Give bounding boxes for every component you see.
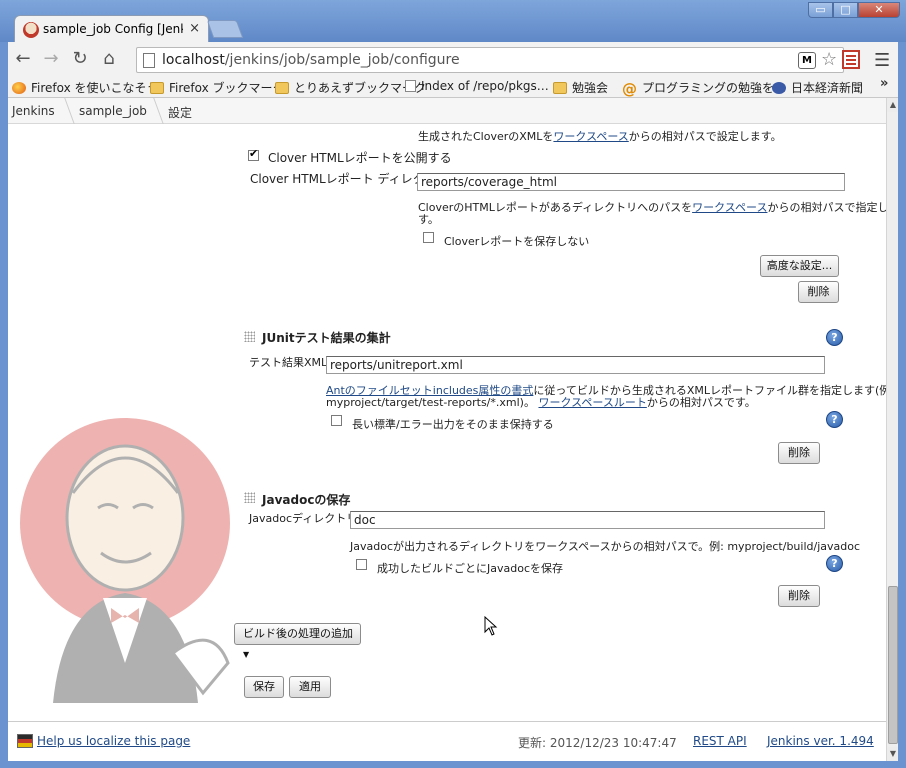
drag-handle-icon[interactable] [244,331,255,342]
clover-dir-description: CloverのHTMLレポートがあるディレクトリへのパスをワークスペースからの相… [418,201,898,214]
workspace-root-link[interactable]: ワークスペースルート [538,396,646,409]
bookmark-item[interactable]: Firefox を使いこなそう [12,79,159,96]
at-icon: @ [622,80,637,98]
nikkei-icon [772,82,786,94]
back-arrow-icon[interactable]: ← [12,49,34,69]
junit-retain-output-checkbox[interactable] [331,415,342,426]
folder-icon [275,82,289,94]
clover-dir-input[interactable]: reports/coverage_html [417,173,845,191]
clover-no-archive-label: Cloverレポートを保存しない [444,235,590,248]
javadoc-delete-button[interactable]: 削除 [778,585,820,607]
junit-delete-button[interactable]: 削除 [778,442,820,464]
folder-icon [553,82,567,94]
last-updated: 更新: 2012/12/23 10:47:47 [518,736,677,750]
clover-no-archive-checkbox[interactable] [423,232,434,243]
bookmark-item[interactable]: とりあえずブックマーク [275,79,426,96]
clover-dir-description-cont: す。 [418,213,439,226]
jenkins-butler-illustration [20,418,230,703]
help-icon[interactable]: ? [826,329,843,346]
rest-api-link[interactable]: REST API [693,734,747,748]
minimize-button[interactable]: ▭ [808,2,833,18]
javadoc-keep-all-checkbox[interactable] [356,559,367,570]
help-icon[interactable]: ? [826,555,843,572]
workspace-link[interactable]: ワークスペース [692,201,767,214]
save-button[interactable]: 保存 [244,676,284,698]
javadoc-dir-label: Javadocディレクトリ [249,512,358,525]
junit-xml-input[interactable]: reports/unitreport.xml [326,356,825,374]
localize-link[interactable]: Help us localize this page [37,734,190,748]
address-url: localhost/jenkins/job/sample_job/configu… [162,52,460,68]
bookmark-item[interactable]: Index of /repo/pkgs… [405,79,549,93]
tab-close-icon[interactable]: × [189,21,200,36]
bookmark-item[interactable]: @ プログラミングの勉強を… [622,79,786,98]
bookmark-item[interactable]: Firefox ブックマーク [150,79,285,96]
workspace-link[interactable]: ワークスペース [553,130,628,143]
junit-description-cont: myproject/target/test-reports/*.xml)。 ワー… [326,396,756,409]
jenkins-version-link[interactable]: Jenkins ver. 1.494 [767,734,874,748]
browser-toolbar: ← → ↻ ⌂ localhost/jenkins/job/sample_job… [8,42,898,76]
apply-button[interactable]: 適用 [289,676,331,698]
tab-title: sample_job Config [Jenkins] [43,22,183,36]
javadoc-section-title: Javadocの保存 [262,493,351,507]
folder-icon [150,82,164,94]
clover-publish-label: Clover HTMLレポートを公開する [268,151,452,165]
breadcrumb-job[interactable]: sample_job [79,104,147,118]
scroll-down-icon[interactable]: ▼ [887,747,898,761]
add-post-build-button[interactable]: ビルド後の処理の追加 ▼ [234,623,361,659]
extension-m-icon[interactable]: M [798,52,816,69]
forward-arrow-icon[interactable]: → [40,49,62,69]
vertical-scrollbar[interactable]: ▲ ▼ [886,98,898,761]
firefox-icon [12,82,26,94]
clover-delete-button[interactable]: 削除 [798,281,839,303]
breadcrumb-separator [144,98,164,124]
localization-flag-icon [17,734,33,748]
junit-xml-label: テスト結果XML [249,356,328,369]
browser-tab[interactable]: sample_job Config [Jenkins] × [14,15,209,43]
bookmark-item[interactable]: 勉強会 [553,79,608,96]
javadoc-description: Javadocが出力されるディレクトリをワークスペースからの相対パスで。例: m… [350,540,861,553]
new-tab-button[interactable] [206,20,244,38]
dropdown-arrow-icon: ▼ [243,650,250,659]
breadcrumb-configure: 設定 [168,106,193,120]
extension-list-icon[interactable] [842,50,860,69]
page-viewport: Jenkins sample_job 設定 生成されたCloverのXMLをワー… [8,98,898,761]
breadcrumb-separator [55,98,75,124]
page-icon [405,80,416,92]
page-icon [143,53,155,68]
maximize-button[interactable]: □ [833,2,858,18]
address-bar[interactable]: localhost/jenkins/job/sample_job/configu… [136,47,844,73]
bookmark-star-icon[interactable]: ☆ [821,49,837,70]
mouse-cursor-icon [484,616,498,636]
jenkins-favicon-icon [23,22,39,38]
breadcrumb: Jenkins sample_job 設定 [8,98,886,124]
junit-retain-output-label: 長い標準/エラー出力をそのまま保持する [352,418,554,431]
home-icon[interactable]: ⌂ [98,49,120,69]
scroll-thumb[interactable] [888,586,898,744]
scroll-up-icon[interactable]: ▲ [887,98,898,112]
javadoc-keep-all-label: 成功したビルドごとにJavadocを保存 [377,562,563,575]
clover-xml-description: 生成されたCloverのXMLをワークスペースからの相対パスで設定します。 [418,130,782,143]
page-footer: Help us localize this page 更新: 2012/12/2… [8,721,886,761]
breadcrumb-jenkins[interactable]: Jenkins [12,104,55,118]
clover-publish-checkbox[interactable] [248,147,259,161]
reload-icon[interactable]: ↻ [69,49,91,69]
bookmarks-overflow-icon[interactable]: » [880,76,888,91]
close-window-button[interactable]: ✕ [858,2,900,18]
drag-handle-icon[interactable] [244,492,255,503]
bookmark-item[interactable]: 日本経済新聞 [772,79,863,96]
javadoc-dir-input[interactable]: doc [350,511,825,529]
junit-section-title: JUnitテスト結果の集計 [262,331,391,345]
help-icon[interactable]: ? [826,411,843,428]
bookmarks-bar: Firefox を使いこなそう Firefox ブックマーク とりあえずブックマ… [8,76,898,98]
window-titlebar: sample_job Config [Jenkins] × ▭ □ ✕ [0,0,906,43]
advanced-button[interactable]: 高度な設定... [760,255,839,277]
menu-icon[interactable]: ☰ [874,50,890,71]
